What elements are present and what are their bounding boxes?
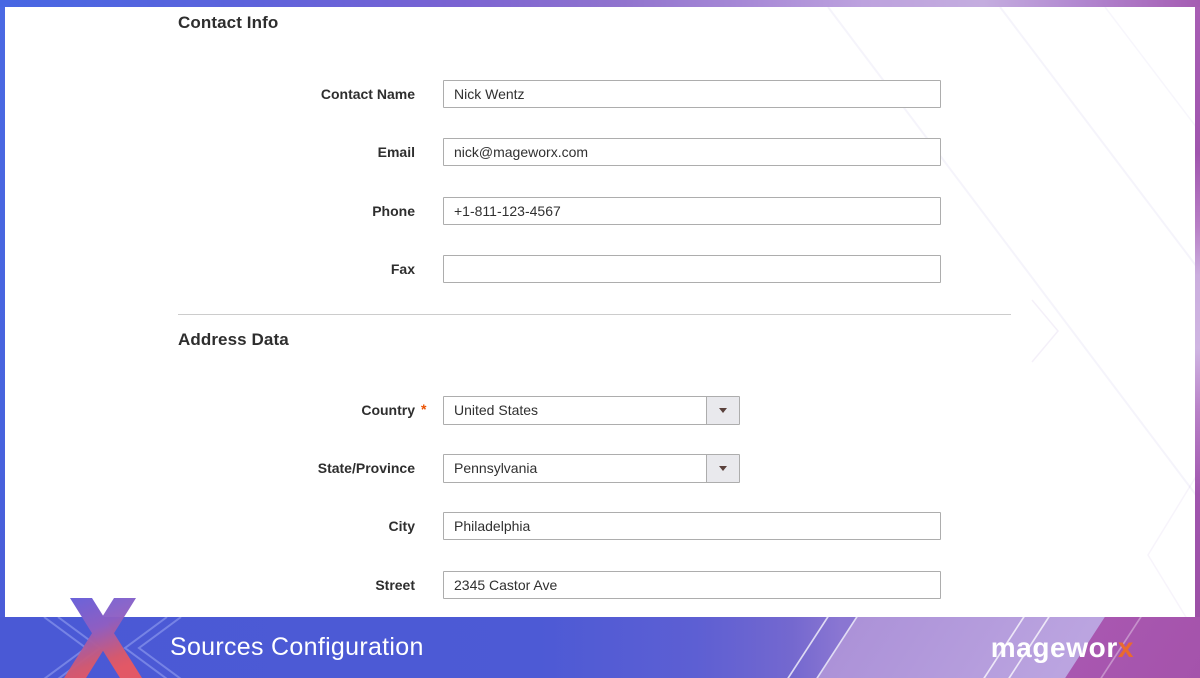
source-edit-form: Contact Info Contact Name Email Phone Fa… — [0, 0, 1200, 617]
city-label: City — [178, 512, 415, 540]
contact-name-row: Contact Name — [0, 80, 1200, 109]
country-select-value: United States — [444, 397, 706, 424]
country-select-button[interactable] — [706, 397, 739, 424]
street-label: Street — [178, 571, 415, 599]
frame-right-border — [1195, 7, 1200, 617]
slide-title: Sources Configuration — [170, 617, 424, 678]
state-province-label: State/Province — [178, 454, 415, 482]
phone-input[interactable] — [443, 197, 941, 225]
street-row: Street — [0, 571, 1200, 600]
section-divider — [178, 314, 1011, 315]
email-label: Email — [178, 138, 415, 166]
country-row: Country * United States — [0, 396, 1200, 425]
state-province-select-value: Pennsylvania — [444, 455, 706, 482]
required-asterisk: * — [421, 396, 426, 422]
phone-label: Phone — [178, 197, 415, 225]
fax-row: Fax — [0, 255, 1200, 284]
contact-name-label: Contact Name — [178, 80, 415, 108]
email-input[interactable] — [443, 138, 941, 166]
footer-banner: Sources Configuration mageworx — [0, 617, 1200, 678]
state-province-select-button[interactable] — [706, 455, 739, 482]
fax-input[interactable] — [443, 255, 941, 283]
state-province-select[interactable]: Pennsylvania — [443, 454, 740, 483]
frame-top-border — [0, 0, 1200, 7]
state-province-row: State/Province Pennsylvania — [0, 454, 1200, 483]
city-input[interactable] — [443, 512, 941, 540]
section-title-address-data: Address Data — [178, 330, 289, 350]
city-row: City — [0, 512, 1200, 541]
chevron-down-icon — [719, 466, 727, 471]
frame-left-border — [0, 7, 5, 617]
phone-row: Phone — [0, 197, 1200, 226]
mageworx-logo: mageworx — [991, 617, 1134, 678]
section-title-contact-info: Contact Info — [178, 13, 278, 33]
contact-name-input[interactable] — [443, 80, 941, 108]
chevron-down-icon — [719, 408, 727, 413]
street-input[interactable] — [443, 571, 941, 599]
fax-label: Fax — [178, 255, 415, 283]
country-select[interactable]: United States — [443, 396, 740, 425]
brand-text: magewor — [991, 632, 1118, 663]
mageworx-x-logo — [64, 598, 142, 678]
email-row: Email — [0, 138, 1200, 167]
country-label: Country — [178, 396, 415, 424]
brand-accent-x: x — [1118, 632, 1134, 663]
sources-configuration-slide: Contact Info Contact Name Email Phone Fa… — [0, 0, 1200, 678]
